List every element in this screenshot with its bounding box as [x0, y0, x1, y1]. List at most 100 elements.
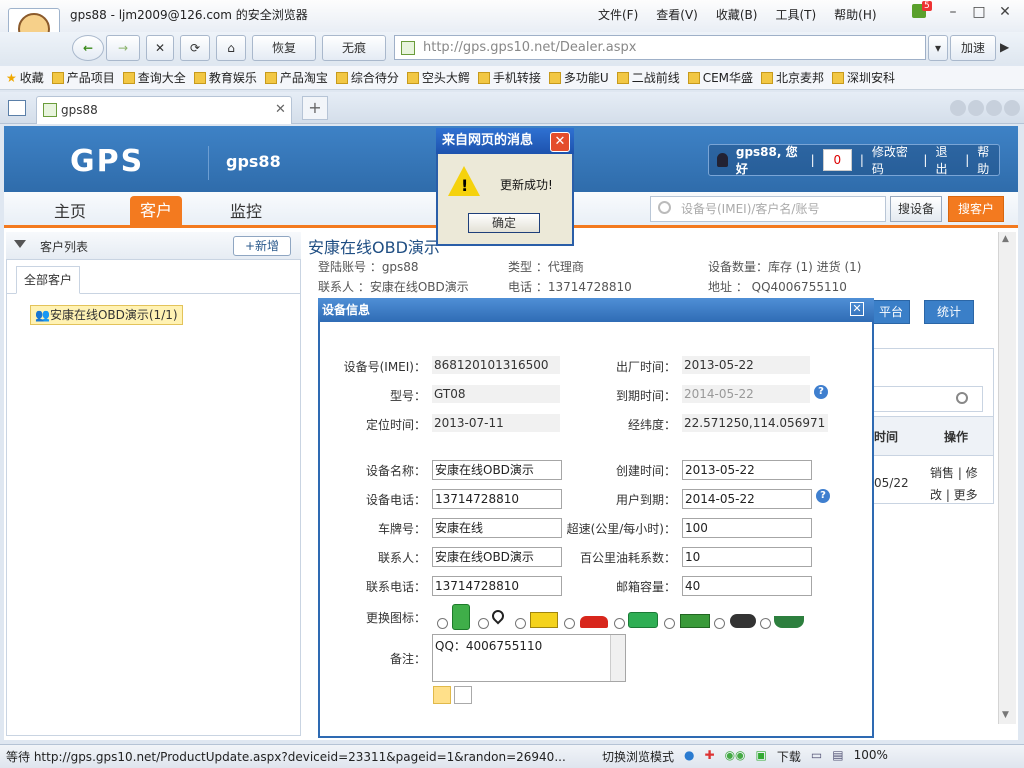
- scroll-left-icon[interactable]: [950, 100, 966, 116]
- refresh-icon[interactable]: ⟳: [180, 35, 210, 61]
- stop-icon[interactable]: ✕: [146, 35, 174, 61]
- search-input[interactable]: 设备号(IMEI)/客户名/账号: [650, 196, 886, 222]
- search-customer-button[interactable]: 搜客户: [948, 196, 1004, 222]
- minimize-icon[interactable]: –: [942, 2, 964, 24]
- tank-input[interactable]: 40: [682, 576, 812, 596]
- help-link[interactable]: 帮助: [977, 143, 999, 177]
- zoom-level[interactable]: 100%: [854, 748, 888, 765]
- clipboard-icon[interactable]: ▣: [756, 748, 767, 765]
- accelerate-button[interactable]: 加速: [950, 35, 996, 61]
- forward-icon[interactable]: →: [106, 35, 140, 61]
- back-icon[interactable]: ←: [72, 35, 104, 61]
- scroll-right-icon[interactable]: [968, 100, 984, 116]
- device-name-input[interactable]: 安康在线OBD演示: [432, 460, 562, 480]
- sidebar-toggle-icon[interactable]: [8, 100, 26, 116]
- contact-input[interactable]: 安康在线OBD演示: [432, 547, 562, 567]
- go-icon[interactable]: ▶: [1000, 40, 1009, 54]
- remark-textarea[interactable]: QQ：4006755110: [432, 634, 626, 682]
- logout-link[interactable]: 退出: [935, 143, 957, 177]
- user-expire-help-icon[interactable]: ?: [816, 489, 830, 503]
- scroll-down-icon[interactable]: ▼: [1002, 710, 1009, 720]
- icon-radio[interactable]: [760, 618, 771, 629]
- browser-tab[interactable]: gps88 ✕: [36, 96, 292, 124]
- menu-view[interactable]: 查看(V): [656, 6, 698, 23]
- close-window-icon[interactable]: ✕: [994, 2, 1016, 24]
- customer-tree-item[interactable]: 👥安康在线OBD演示(1/1): [30, 305, 183, 325]
- menu-bar: 文件(F) 查看(V) 收藏(B) 工具(T) 帮助(H): [598, 6, 877, 23]
- page-scrollbar[interactable]: [998, 232, 1016, 724]
- address-bar[interactable]: http://gps.gps10.net/Dealer.aspx: [394, 35, 926, 60]
- toggle-icon[interactable]: ◉◉: [725, 748, 746, 765]
- created-input[interactable]: 2013-05-22: [682, 460, 812, 480]
- icon-radio[interactable]: [437, 618, 448, 629]
- bookmark-item[interactable]: 产品淘宝: [264, 66, 328, 89]
- download-button[interactable]: 下载: [777, 748, 801, 765]
- menu-file[interactable]: 文件(F): [598, 6, 638, 23]
- scroll-up-icon[interactable]: ▲: [1002, 234, 1009, 244]
- tab-monitor[interactable]: 监控: [220, 198, 272, 228]
- new-tab-button[interactable]: +: [302, 96, 328, 120]
- security-icon[interactable]: ✚: [705, 748, 715, 765]
- home-icon[interactable]: ⌂: [216, 35, 246, 61]
- bookmark-item[interactable]: 多功能U: [548, 66, 609, 89]
- tab-list-icon[interactable]: [986, 100, 1002, 116]
- table-search-icon[interactable]: [956, 392, 968, 404]
- alert-close-icon[interactable]: ✕: [550, 132, 570, 152]
- address-text[interactable]: http://gps.gps10.net/Dealer.aspx: [423, 40, 636, 55]
- row-operations[interactable]: 销售 | 修改 | 更多: [930, 462, 988, 506]
- icon-radio[interactable]: [664, 618, 675, 629]
- device-phone-label: 设备电话：: [365, 493, 426, 507]
- ok-button[interactable]: 确定: [468, 213, 540, 233]
- plate-input[interactable]: 安康在线: [432, 518, 562, 538]
- statistics-button[interactable]: 统计: [924, 300, 974, 324]
- message-count[interactable]: 0: [822, 149, 852, 171]
- menu-favorites[interactable]: 收藏(B): [716, 6, 758, 23]
- search-device-button[interactable]: 搜设备: [890, 196, 942, 222]
- collapse-icon[interactable]: [14, 240, 26, 248]
- add-customer-button[interactable]: +新增: [233, 236, 291, 256]
- overspeed-input[interactable]: 100: [682, 518, 812, 538]
- tab-home[interactable]: 主页: [44, 198, 96, 228]
- switch-mode-button[interactable]: 切换浏览模式: [602, 748, 674, 765]
- tab-customers[interactable]: 客户: [130, 196, 182, 228]
- icon-radio[interactable]: [714, 618, 725, 629]
- notrace-button[interactable]: 无痕: [322, 35, 386, 61]
- icon-radio[interactable]: [515, 618, 526, 629]
- platform-button[interactable]: 平台: [872, 300, 910, 324]
- cancel-swatch-button[interactable]: [454, 686, 472, 704]
- menu-help[interactable]: 帮助(H): [834, 6, 876, 23]
- monitor-icon[interactable]: ▭: [811, 748, 822, 765]
- device-phone-input[interactable]: 13714728810: [432, 489, 562, 509]
- panel-icon[interactable]: ▤: [832, 748, 843, 765]
- bookmark-item[interactable]: 产品项目: [51, 66, 115, 89]
- bookmark-item[interactable]: 查询大全: [122, 66, 186, 89]
- expire-help-icon[interactable]: ?: [814, 385, 828, 399]
- user-expire-input[interactable]: 2014-05-22: [682, 489, 812, 509]
- remark-scrollbar[interactable]: [610, 635, 625, 681]
- icon-radio[interactable]: [564, 618, 575, 629]
- tab-all-customers[interactable]: 全部客户: [16, 266, 80, 294]
- bookmark-item[interactable]: CEM华盛: [687, 66, 753, 89]
- contact-phone-input[interactable]: 13714728810: [432, 576, 562, 596]
- bookmark-item[interactable]: 空头大鳄: [406, 66, 470, 89]
- close-tabs-icon[interactable]: [1004, 100, 1020, 116]
- device-dialog-close-icon[interactable]: ✕: [850, 302, 864, 316]
- bookmark-item[interactable]: 北京麦邦: [761, 66, 824, 89]
- fuel-input[interactable]: 10: [682, 547, 812, 567]
- change-password-link[interactable]: 修改密码: [872, 143, 915, 177]
- save-swatch-button[interactable]: [433, 686, 451, 704]
- bookmark-item[interactable]: 手机转接: [477, 66, 541, 89]
- icon-radio[interactable]: [478, 618, 489, 629]
- bookmark-item[interactable]: 综合待分: [335, 66, 399, 89]
- maximize-icon[interactable]: □: [968, 2, 990, 24]
- bookmark-item[interactable]: 深圳安科: [832, 66, 895, 89]
- address-dropdown-icon[interactable]: ▾: [928, 35, 948, 61]
- tab-close-icon[interactable]: ✕: [275, 102, 286, 117]
- restore-button[interactable]: 恢复: [252, 35, 316, 61]
- icon-radio[interactable]: [614, 618, 625, 629]
- ie-icon[interactable]: ●: [684, 748, 694, 765]
- menu-tools[interactable]: 工具(T): [775, 6, 816, 23]
- bookmark-item[interactable]: 二战前线: [616, 66, 680, 89]
- bookmark-favorites[interactable]: ★ 收藏: [6, 66, 44, 89]
- bookmark-item[interactable]: 教育娱乐: [193, 66, 257, 89]
